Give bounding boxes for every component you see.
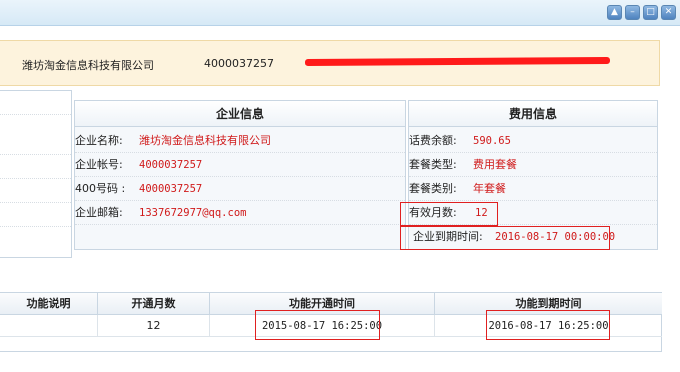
col-header-description: 功能说明	[0, 293, 98, 315]
highlight-valid-months	[400, 202, 498, 226]
left-panel-row	[0, 203, 71, 227]
company-400-label: 400号码 :	[75, 182, 126, 195]
company-email-row: 企业邮箱: 1337672977@qq.com	[75, 201, 405, 225]
package-type-label: 套餐类型:	[409, 158, 457, 171]
highlight-expiry	[400, 226, 610, 250]
package-category-label: 套餐类别:	[409, 182, 457, 195]
company-info-panel: 企业信息 企业名称: 潍坊淘金信息科技有限公司 企业帐号: 4000037257…	[74, 100, 406, 250]
balance-row: 话费余额: 590.65	[409, 129, 657, 153]
maximize-button[interactable]: □	[643, 5, 658, 20]
company-account-row: 企业帐号: 4000037257	[75, 153, 405, 177]
cell-description	[0, 315, 98, 337]
left-partial-panel	[0, 90, 72, 258]
left-panel-row	[0, 155, 71, 179]
left-panel-row	[0, 131, 71, 155]
company-info-title: 企业信息	[75, 101, 405, 127]
company-account-label: 企业帐号:	[75, 158, 123, 171]
package-category-row: 套餐类别: 年套餐	[409, 177, 657, 201]
minimize-button[interactable]: –	[625, 5, 640, 20]
cell-months: 12	[98, 315, 210, 337]
highlight-start-time	[255, 310, 380, 340]
client-company-name: 潍坊淘金信息科技有限公司	[22, 59, 154, 72]
company-name-row: 企业名称: 潍坊淘金信息科技有限公司	[75, 129, 405, 153]
company-400-row: 400号码 : 4000037257	[75, 177, 405, 201]
restore-up-button[interactable]: ▲	[607, 5, 622, 20]
package-category-value: 年套餐	[473, 182, 506, 195]
left-panel-row	[0, 91, 71, 115]
window-title-bar: ▲ – □ ✕	[0, 0, 680, 26]
col-header-months: 开通月数	[98, 293, 210, 315]
balance-value: 590.65	[473, 135, 511, 147]
highlight-end-time	[486, 310, 610, 340]
package-type-row: 套餐类型: 费用套餐	[409, 153, 657, 177]
left-panel-row	[0, 179, 71, 203]
company-name-label: 企业名称:	[75, 134, 123, 147]
client-account-number: 4000037257	[204, 57, 274, 70]
company-account-value: 4000037257	[139, 159, 203, 171]
cost-info-title: 费用信息	[409, 101, 657, 127]
package-type-value: 费用套餐	[473, 158, 517, 171]
close-button[interactable]: ✕	[661, 5, 676, 20]
company-400-value: 4000037257	[139, 183, 203, 195]
company-email-label: 企业邮箱:	[75, 206, 123, 219]
company-email-value: 1337672977@qq.com	[139, 207, 247, 219]
company-name-value: 潍坊淘金信息科技有限公司	[139, 134, 271, 147]
balance-label: 话费余额:	[409, 134, 457, 147]
window-controls: ▲ – □ ✕	[607, 5, 676, 20]
